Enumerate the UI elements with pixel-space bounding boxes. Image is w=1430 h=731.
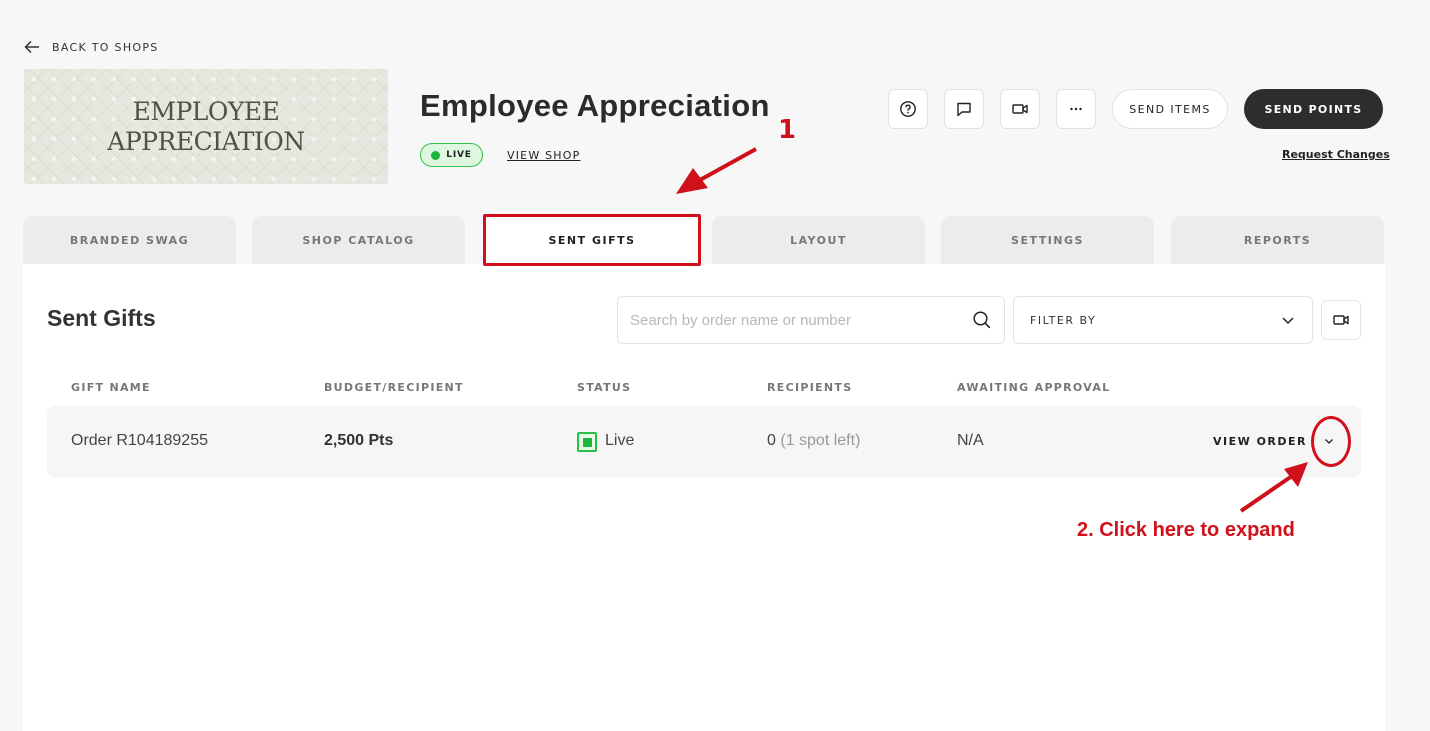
chat-button[interactable] (944, 89, 984, 129)
tab-shop-catalog[interactable]: SHOP CATALOG (252, 216, 465, 264)
search-box (617, 296, 1005, 344)
chat-icon (957, 102, 971, 117)
column-header-gift-name: GIFT NAME (71, 381, 151, 394)
status-cell: Live (605, 432, 635, 449)
view-order-button[interactable]: VIEW ORDER (1213, 435, 1307, 448)
view-shop-link[interactable]: VIEW SHOP (507, 149, 580, 162)
tab-reports[interactable]: REPORTS (1171, 216, 1384, 264)
more-icon (1070, 107, 1082, 111)
video-tutorial-button[interactable] (1321, 300, 1361, 340)
request-changes-link[interactable]: Request Changes (1282, 148, 1390, 161)
arrow-left-icon (24, 40, 39, 54)
annotation-step-1: 1 (778, 115, 797, 145)
back-label: BACK TO SHOPS (52, 40, 159, 54)
video-button[interactable] (1000, 89, 1040, 129)
search-input[interactable] (630, 311, 972, 329)
column-header-recipients: RECIPIENTS (767, 381, 853, 394)
annotation-step-2: 2. Click here to expand (1077, 519, 1295, 541)
status-badge: LIVE (420, 143, 483, 167)
search-icon[interactable] (972, 310, 992, 330)
column-header-budget: BUDGET/RECIPIENT (324, 381, 464, 394)
page-title: Employee Appreciation (420, 88, 770, 123)
video-icon (1333, 315, 1349, 325)
status-live-icon (577, 432, 597, 452)
banner-line-2: APPRECIATION (107, 126, 305, 156)
shop-banner-image: EMPLOYEE APPRECIATION (24, 69, 388, 184)
recipients-cell: 0 (1 spot left) (767, 432, 860, 450)
chevron-down-icon (1325, 439, 1333, 444)
table-row (47, 406, 1361, 478)
gift-name-cell: Order R104189255 (71, 432, 208, 449)
recipients-note: (1 spot left) (780, 432, 861, 449)
back-to-shops-link[interactable]: BACK TO SHOPS (24, 40, 159, 54)
help-button[interactable] (888, 89, 928, 129)
expand-row-button[interactable] (1317, 429, 1341, 453)
status-dot-icon (431, 150, 441, 160)
more-options-button[interactable] (1056, 89, 1096, 129)
section-title: Sent Gifts (47, 305, 156, 331)
status-badge-label: LIVE (446, 150, 472, 160)
chevron-down-icon (1282, 317, 1294, 325)
filter-label: FILTER BY (1030, 313, 1097, 327)
help-icon (900, 101, 916, 117)
column-header-awaiting-approval: AWAITING APPROVAL (957, 381, 1111, 394)
tab-layout[interactable]: LAYOUT (712, 216, 925, 264)
send-items-button[interactable]: SEND ITEMS (1112, 89, 1228, 129)
send-points-button[interactable]: SEND POINTS (1244, 89, 1383, 129)
column-header-status: STATUS (577, 381, 632, 394)
awaiting-approval-cell: N/A (957, 432, 984, 449)
tab-branded-swag[interactable]: BRANDED SWAG (23, 216, 236, 264)
budget-cell: 2,500 Pts (324, 432, 394, 449)
annotation-arrow-1 (676, 147, 757, 194)
tab-settings[interactable]: SETTINGS (941, 216, 1154, 264)
recipients-count: 0 (767, 432, 776, 449)
tab-sent-gifts[interactable]: SENT GIFTS (483, 216, 701, 264)
banner-line-1: EMPLOYEE (132, 96, 280, 126)
video-icon (1012, 104, 1028, 114)
filter-dropdown[interactable]: FILTER BY (1013, 296, 1313, 344)
